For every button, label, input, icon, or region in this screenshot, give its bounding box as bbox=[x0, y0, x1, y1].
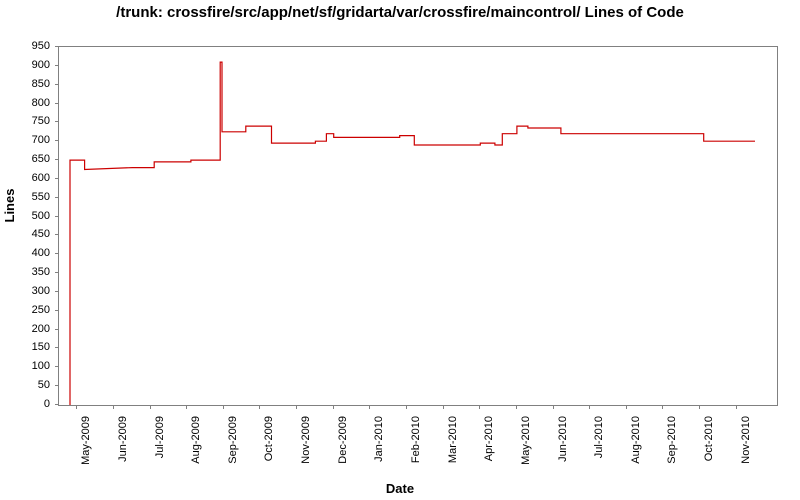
x-tick-mark bbox=[516, 406, 517, 409]
x-tick-mark bbox=[76, 406, 77, 409]
y-tick-label: 700 bbox=[0, 134, 50, 146]
y-tick-label: 0 bbox=[0, 398, 50, 410]
x-tick-mark bbox=[369, 406, 370, 409]
x-tick-mark bbox=[259, 406, 260, 409]
y-tick-label: 750 bbox=[0, 115, 50, 127]
x-tick-label: Jun-2009 bbox=[117, 416, 129, 462]
x-tick-label: Feb-2010 bbox=[410, 416, 422, 463]
y-tick-label: 950 bbox=[0, 40, 50, 52]
x-tick-label: Jun-2010 bbox=[557, 416, 569, 462]
x-tick-label: Sep-2010 bbox=[666, 416, 678, 464]
x-tick-label: Jan-2010 bbox=[373, 416, 385, 462]
y-tick-label: 250 bbox=[0, 304, 50, 316]
x-tick-label: Jul-2009 bbox=[154, 416, 166, 458]
y-tick-label: 600 bbox=[0, 172, 50, 184]
x-tick-mark bbox=[150, 406, 151, 409]
x-axis-ticks: May-2009 Jun-2009 Jul-2009 Aug-2009 Sep-2009… bbox=[58, 406, 778, 486]
x-tick-label: Dec-2009 bbox=[337, 416, 349, 464]
y-tick-label: 450 bbox=[0, 228, 50, 240]
y-tick-label: 500 bbox=[0, 210, 50, 222]
x-tick-label: May-2010 bbox=[520, 416, 532, 465]
x-tick-label: May-2009 bbox=[80, 416, 92, 465]
y-tick-label: 50 bbox=[0, 379, 50, 391]
x-tick-label: Oct-2009 bbox=[263, 416, 275, 461]
x-tick-label: Aug-2010 bbox=[630, 416, 642, 464]
x-tick-label: Nov-2010 bbox=[740, 416, 752, 464]
chart-container: /trunk: crossfire/src/app/net/sf/gridart… bbox=[0, 0, 800, 500]
x-tick-mark bbox=[699, 406, 700, 409]
x-tick-mark bbox=[479, 406, 480, 409]
x-tick-label: Apr-2010 bbox=[483, 416, 495, 461]
y-tick-label: 200 bbox=[0, 323, 50, 335]
y-tick-label: 400 bbox=[0, 247, 50, 259]
x-tick-label: Aug-2009 bbox=[190, 416, 202, 464]
x-tick-label: Nov-2009 bbox=[300, 416, 312, 464]
x-tick-label: Oct-2010 bbox=[703, 416, 715, 461]
x-tick-mark bbox=[736, 406, 737, 409]
y-tick-label: 800 bbox=[0, 97, 50, 109]
x-tick-mark bbox=[406, 406, 407, 409]
chart-title: /trunk: crossfire/src/app/net/sf/gridart… bbox=[0, 4, 800, 22]
y-tick-label: 350 bbox=[0, 266, 50, 278]
x-tick-mark bbox=[333, 406, 334, 409]
y-axis-ticks: 0501001502002503003504004505005506006507… bbox=[0, 46, 55, 406]
x-tick-mark bbox=[186, 406, 187, 409]
y-tick-label: 850 bbox=[0, 78, 50, 90]
x-tick-mark bbox=[662, 406, 663, 409]
y-tick-label: 550 bbox=[0, 191, 50, 203]
x-tick-mark bbox=[223, 406, 224, 409]
x-tick-label: Jul-2010 bbox=[593, 416, 605, 458]
x-tick-mark bbox=[113, 406, 114, 409]
y-tick-label: 300 bbox=[0, 285, 50, 297]
x-tick-label: Mar-2010 bbox=[447, 416, 459, 463]
y-tick-label: 150 bbox=[0, 341, 50, 353]
y-tick-label: 650 bbox=[0, 153, 50, 165]
y-tick-label: 100 bbox=[0, 360, 50, 372]
series-path bbox=[70, 62, 755, 405]
x-tick-mark bbox=[553, 406, 554, 409]
x-tick-mark bbox=[626, 406, 627, 409]
plot-area bbox=[58, 46, 778, 406]
x-tick-label: Sep-2009 bbox=[227, 416, 239, 464]
x-tick-mark bbox=[589, 406, 590, 409]
line-series bbox=[59, 47, 777, 405]
y-tick-label: 900 bbox=[0, 59, 50, 71]
x-tick-mark bbox=[443, 406, 444, 409]
x-tick-mark bbox=[296, 406, 297, 409]
